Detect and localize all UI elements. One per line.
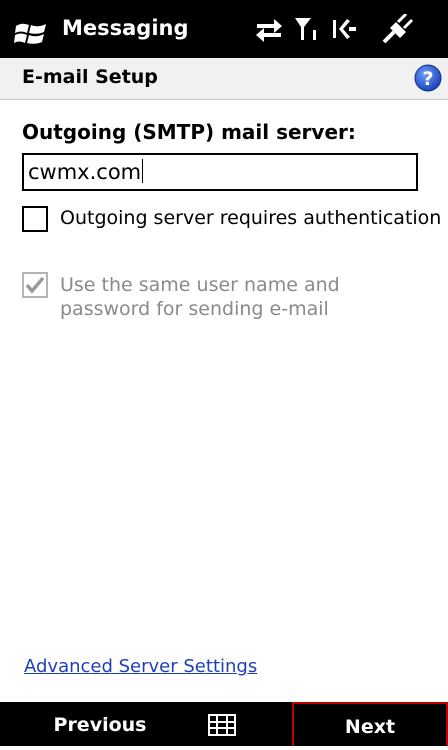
smtp-server-value: cwmx.com: [28, 160, 142, 184]
title-bar: E-mail Setup: [0, 58, 448, 100]
svg-text:?: ?: [422, 68, 433, 90]
auth-required-label[interactable]: Outgoing server requires authentication: [60, 206, 441, 230]
power-plug-icon[interactable]: [380, 14, 414, 44]
softkey-bar: Previous Next: [0, 702, 448, 746]
text-caret: [142, 159, 144, 183]
windows-start-icon[interactable]: [14, 20, 48, 46]
same-credentials-label: Use the same user name and password for …: [60, 274, 340, 320]
help-icon[interactable]: ?: [414, 64, 442, 92]
keyboard-icon[interactable]: [208, 714, 236, 736]
same-credentials-checkbox[interactable]: [22, 272, 48, 298]
checkmark-icon: [25, 276, 45, 294]
app-title[interactable]: Messaging: [62, 16, 189, 40]
smtp-server-label: Outgoing (SMTP) mail server:: [22, 120, 356, 144]
auth-required-checkbox[interactable]: [22, 206, 48, 232]
status-bar: Messaging: [0, 0, 448, 58]
next-button[interactable]: Next: [292, 702, 448, 746]
signal-strength-icon[interactable]: [294, 14, 320, 44]
data-connection-icon[interactable]: [254, 14, 284, 44]
previous-button[interactable]: Previous: [0, 702, 200, 746]
page-title: E-mail Setup: [22, 66, 158, 88]
advanced-server-settings-link[interactable]: Advanced Server Settings: [24, 656, 257, 677]
smtp-server-input[interactable]: cwmx.com: [22, 153, 418, 191]
volume-icon[interactable]: [330, 14, 358, 44]
